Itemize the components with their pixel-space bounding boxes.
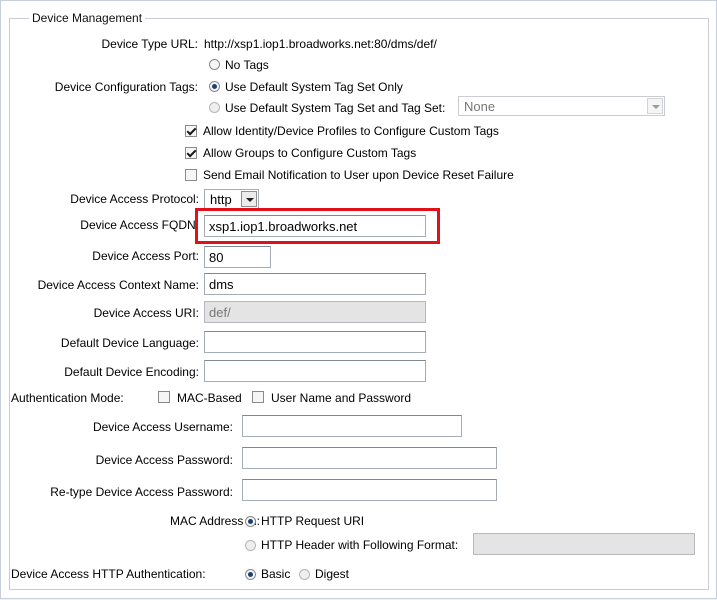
- device-type-url-label: Device Type URL:: [101, 37, 199, 51]
- device-access-port-label: Device Access Port:: [92, 249, 199, 263]
- chevron-down-icon: [241, 191, 257, 207]
- device-type-url-value: http://xsp1.iop1.broadworks.net:80/dms/d…: [204, 37, 437, 51]
- device-access-uri-input: [204, 301, 426, 323]
- default-tag-set-only-radio[interactable]: [209, 81, 220, 92]
- basic-auth-radio[interactable]: [245, 569, 256, 580]
- retype-password-input[interactable]: [242, 479, 497, 501]
- http-header-format-radio[interactable]: [245, 540, 256, 551]
- default-device-language-input[interactable]: [204, 331, 426, 353]
- device-config-tags-label: Device Configuration Tags:: [54, 80, 198, 94]
- default-tag-set-and-tag-set-label: Use Default System Tag Set and Tag Set:: [225, 101, 446, 115]
- default-device-language-label: Default Device Language:: [60, 336, 199, 350]
- allow-groups-custom-tags-label: Allow Groups to Configure Custom Tags: [203, 146, 417, 160]
- device-access-username-input[interactable]: [242, 415, 462, 437]
- device-access-password-label: Device Access Password:: [95, 453, 233, 467]
- basic-auth-label: Basic: [261, 567, 291, 581]
- tag-set-select-value: None: [464, 99, 496, 114]
- user-name-password-checkbox[interactable]: [252, 391, 264, 403]
- user-name-password-label: User Name and Password: [271, 391, 412, 405]
- default-device-encoding-label: Default Device Encoding:: [64, 365, 199, 379]
- device-access-protocol-value: http: [210, 192, 232, 207]
- http-header-format-input: [473, 533, 695, 555]
- device-management-panel: Device Management Device Type URL: http:…: [0, 0, 717, 599]
- allow-groups-custom-tags-checkbox[interactable]: [185, 147, 197, 159]
- device-access-fqdn-label: Device Access FQDN:: [80, 218, 199, 232]
- device-access-port-input[interactable]: [204, 246, 271, 268]
- no-tags-radio[interactable]: [209, 59, 220, 70]
- http-authentication-label: Device Access HTTP Authentication:: [11, 567, 206, 581]
- device-access-password-input[interactable]: [242, 447, 497, 469]
- http-request-uri-label: HTTP Request URI: [261, 514, 365, 528]
- mac-based-label: MAC-Based: [177, 391, 242, 405]
- device-access-username-label: Device Access Username:: [92, 420, 233, 434]
- retype-password-label: Re-type Device Access Password:: [50, 485, 233, 499]
- chevron-down-icon: [647, 98, 663, 114]
- digest-auth-label: Digest: [315, 567, 350, 581]
- device-access-protocol-label: Device Access Protocol:: [70, 192, 199, 206]
- send-email-notification-checkbox[interactable]: [185, 169, 197, 181]
- send-email-notification-label: Send Email Notification to User upon Dev…: [203, 168, 514, 182]
- http-request-uri-radio[interactable]: [245, 516, 256, 527]
- mac-based-checkbox[interactable]: [158, 391, 170, 403]
- tag-set-select[interactable]: None: [458, 96, 665, 116]
- default-tag-set-and-tag-set-radio[interactable]: [209, 102, 220, 113]
- device-access-context-name-input[interactable]: [204, 273, 426, 295]
- http-header-format-label: HTTP Header with Following Format:: [261, 538, 459, 552]
- section-legend: Device Management: [29, 11, 146, 25]
- device-access-fqdn-input[interactable]: [204, 215, 426, 237]
- default-tag-set-only-label: Use Default System Tag Set Only: [225, 80, 403, 94]
- device-access-protocol-select[interactable]: http: [204, 189, 259, 209]
- device-access-uri-label: Device Access URI:: [93, 306, 199, 320]
- device-access-context-name-label: Device Access Context Name:: [37, 278, 199, 292]
- no-tags-label: No Tags: [225, 58, 269, 72]
- allow-profiles-custom-tags-checkbox[interactable]: [185, 125, 197, 137]
- default-device-encoding-input[interactable]: [204, 360, 426, 382]
- digest-auth-radio[interactable]: [299, 569, 310, 580]
- authentication-mode-label: Authentication Mode:: [11, 391, 124, 405]
- allow-profiles-custom-tags-label: Allow Identity/Device Profiles to Config…: [203, 124, 499, 138]
